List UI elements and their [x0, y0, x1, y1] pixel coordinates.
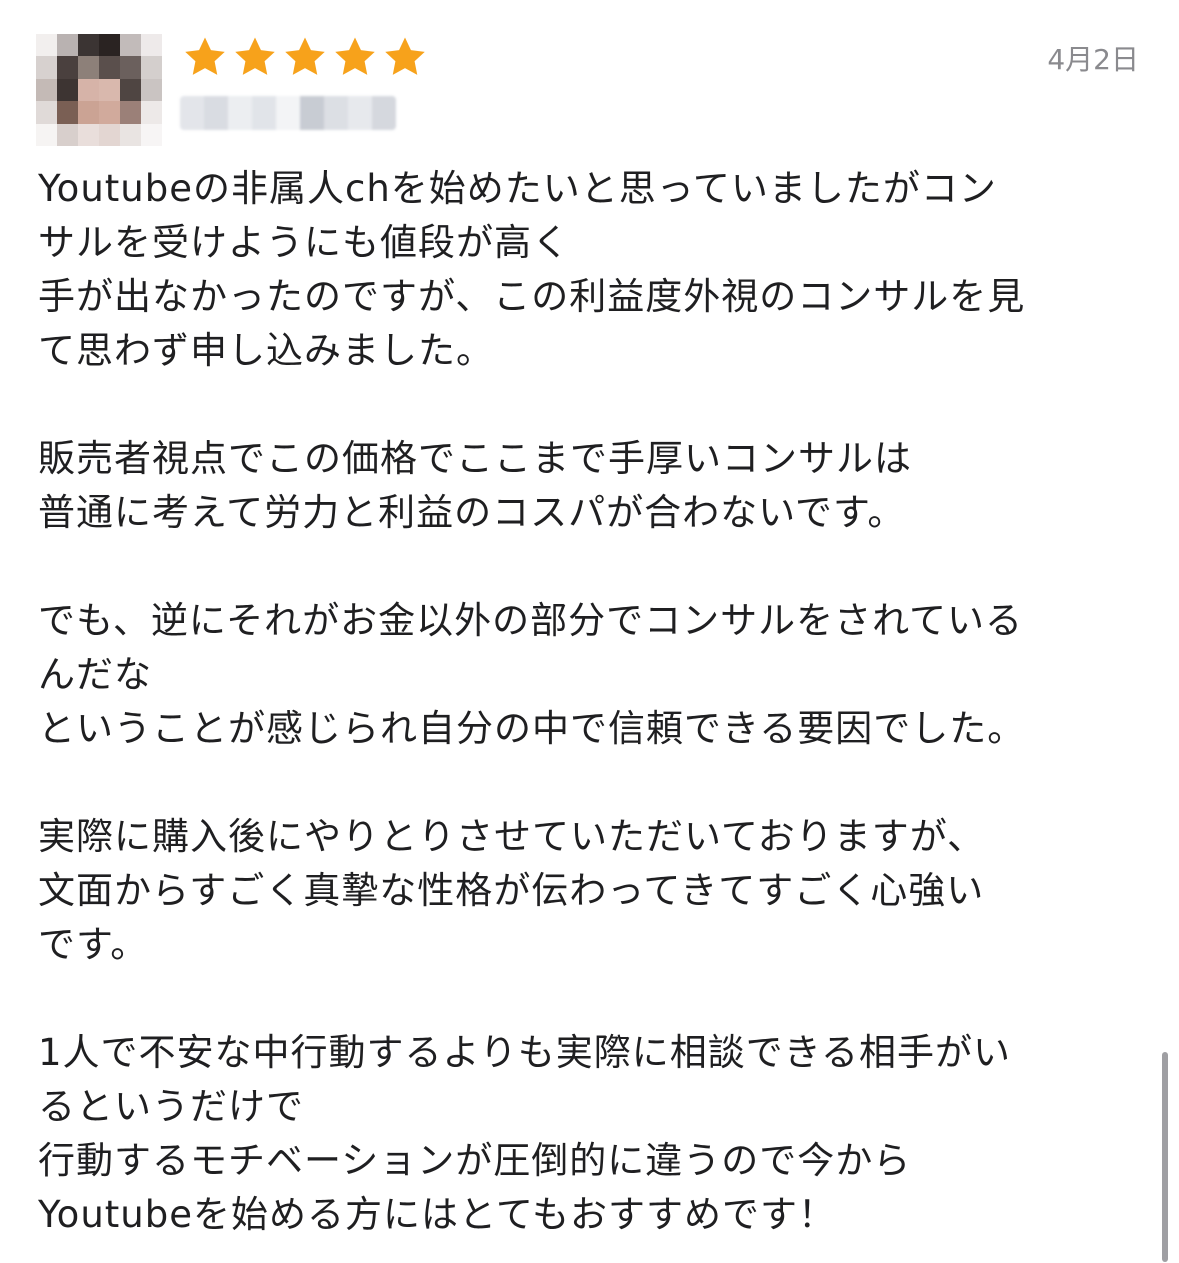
review-line: るというだけで [38, 1085, 304, 1128]
star-icon [285, 37, 325, 75]
review-line: 手が出なかったのですが、この利益度外視のコンサルを見 [38, 275, 1026, 318]
review-line: て思わず申し込みました。 [38, 329, 494, 372]
star-icon [335, 37, 375, 75]
scrollbar[interactable] [1162, 1052, 1168, 1262]
review-line: Youtubeを始める方にはとてもおすすめです！ [38, 1193, 837, 1236]
review-text: Youtubeの非属人chを始めたいと思っていましたがコン サルを受けようにも値段… [38, 162, 1148, 1242]
star-icon [385, 37, 425, 75]
star-icon [185, 37, 225, 75]
review-line: ということが感じられ自分の中で信頼できる要因でした。 [38, 707, 1026, 750]
review-line: 文面からすごく真摯な性格が伝わってきてすごく心強い [38, 869, 985, 912]
review-line: 行動するモチベーションが圧倒的に違うので今から [38, 1139, 912, 1182]
review-date: 4月2日 [1047, 43, 1139, 76]
review-line: 1人で不安な中行動するよりも実際に相談できる相手がい [38, 1031, 1012, 1074]
review-line: 普通に考えて労力と利益のコスパが合わないです。 [38, 491, 906, 534]
star-rating [182, 34, 428, 80]
review-line: 実際に購入後にやりとりさせていただいておりますが、 [38, 815, 986, 858]
review-line: 販売者視点でこの価格でここまで手厚いコンサルは [38, 437, 912, 480]
review-line: でも、逆にそれがお金以外の部分でコンサルをされている [38, 599, 1024, 642]
reviewer-avatar[interactable] [36, 34, 162, 146]
reviewer-name-blurred [180, 96, 396, 130]
review-line: んだな [38, 653, 152, 696]
star-icon [235, 37, 275, 75]
review-line: サルを受けようにも値段が高く [38, 221, 570, 264]
review-line: です。 [38, 923, 149, 966]
review-line: Youtubeの非属人chを始めたいと思っていましたがコン [38, 167, 997, 210]
